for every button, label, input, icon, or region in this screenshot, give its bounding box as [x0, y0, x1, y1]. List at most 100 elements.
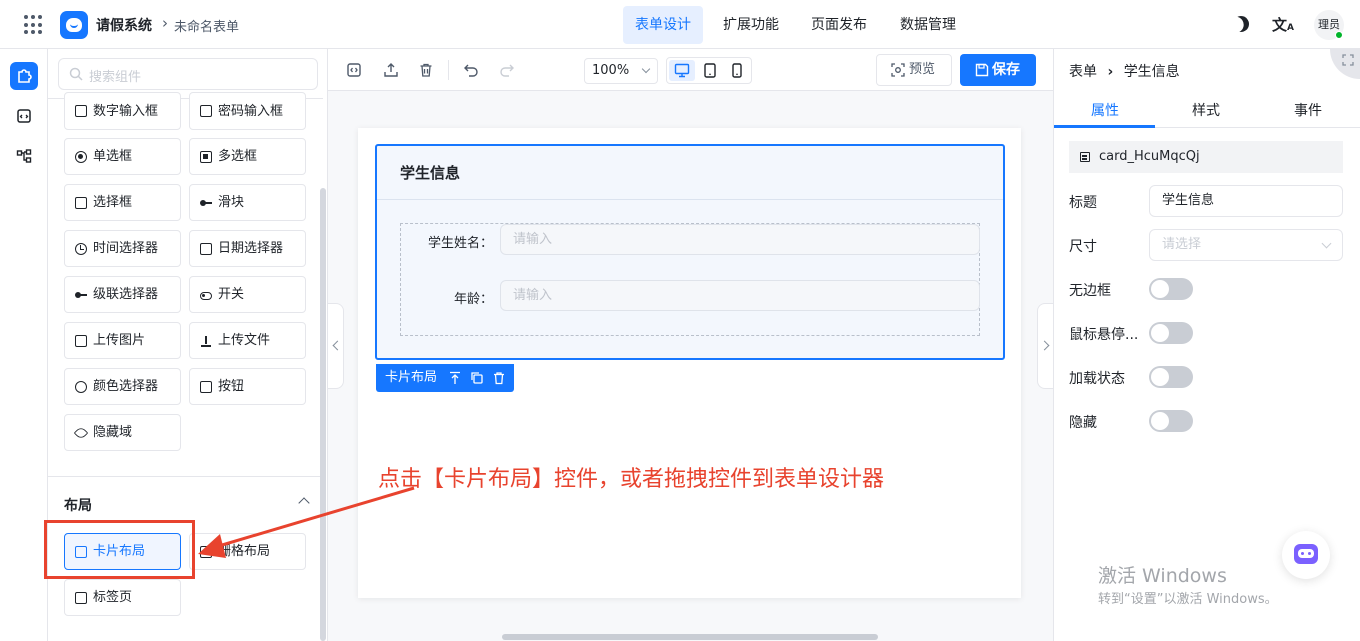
radio-icon — [75, 150, 87, 163]
prop-size-select[interactable]: 请选择 — [1149, 229, 1343, 261]
chevron-down-icon — [1321, 238, 1332, 249]
card-title: 学生信息 — [400, 164, 461, 182]
tablet-view-button[interactable] — [697, 60, 723, 81]
field-input-name[interactable]: 请输入 — [500, 224, 980, 255]
tablet-icon — [704, 63, 716, 78]
field-label-age: 年龄： — [453, 292, 493, 307]
trash-icon[interactable] — [492, 371, 506, 385]
mobile-view-button[interactable] — [724, 60, 750, 81]
component-button[interactable]: 开关 — [189, 276, 306, 313]
canvas-scrollbar[interactable] — [502, 634, 878, 640]
component-label: 时间选择器 — [93, 241, 159, 256]
tab-form-design[interactable]: 表单设计 — [623, 6, 703, 44]
instruction-annotation: 点击【卡片布局】控件，或者拖拽控件到表单设计器 — [378, 467, 885, 492]
prop-size-placeholder: 请选择 — [1162, 237, 1202, 252]
export-icon[interactable] — [383, 62, 399, 78]
button-icon — [200, 380, 212, 393]
active-tab-indicator — [1054, 125, 1155, 128]
copy-icon[interactable] — [470, 371, 484, 385]
form-name[interactable]: 未命名表单 — [174, 16, 239, 35]
field-input-age[interactable]: 请输入 — [500, 280, 980, 311]
mobile-icon — [732, 63, 742, 78]
prop-borderless-label: 无边框 — [1069, 283, 1111, 299]
prop-hover-switch[interactable] — [1149, 322, 1193, 344]
breadcrumb-root[interactable]: 表单 — [1069, 64, 1097, 80]
prop-hover-label: 鼠标悬停... — [1069, 327, 1139, 343]
zoom-select[interactable]: 100% — [584, 58, 658, 84]
rail-components-button[interactable] — [10, 62, 38, 90]
desktop-view-button[interactable] — [669, 60, 695, 81]
collapse-right-handle[interactable] — [1037, 303, 1053, 389]
move-top-icon[interactable] — [448, 371, 462, 385]
online-status-dot — [1335, 31, 1343, 39]
collapse-left-handle[interactable] — [328, 303, 344, 389]
component-button[interactable]: 上传文件 — [189, 322, 306, 359]
component-button[interactable]: 时间选择器 — [64, 230, 181, 267]
save-button[interactable]: 保存 — [960, 54, 1036, 86]
rail-tree-button[interactable] — [10, 142, 38, 170]
device-switcher — [666, 57, 752, 84]
search-input[interactable]: 搜索组件 — [58, 58, 318, 90]
component-button[interactable]: 隐藏域 — [64, 414, 181, 451]
tree-icon — [16, 149, 32, 163]
component-label: 上传图片 — [93, 333, 146, 348]
tab-data-management[interactable]: 数据管理 — [888, 6, 968, 44]
zoom-value: 100% — [592, 63, 630, 78]
clock-icon — [75, 242, 87, 255]
tab-publish[interactable]: 页面发布 — [799, 6, 879, 44]
prop-title-label: 标题 — [1069, 195, 1097, 211]
preview-button[interactable]: 预览 — [876, 54, 952, 86]
app-logo — [60, 11, 88, 39]
tab-properties[interactable]: 属性 — [1054, 100, 1156, 120]
undo-icon[interactable] — [463, 62, 479, 78]
layout-tabs-button[interactable]: 标签页 — [64, 579, 181, 616]
tab-styles[interactable]: 样式 — [1155, 100, 1257, 120]
app-title[interactable]: 请假系统 — [96, 15, 152, 35]
chevron-left-icon — [332, 340, 343, 351]
code-icon[interactable] — [346, 62, 362, 78]
component-id-box: card_HcuMqcQj — [1069, 141, 1343, 173]
prop-borderless-switch[interactable] — [1149, 278, 1193, 300]
component-button[interactable]: 级联选择器 — [64, 276, 181, 313]
chevron-right-icon — [1039, 340, 1050, 351]
tab-events[interactable]: 事件 — [1257, 100, 1359, 120]
search-icon — [69, 67, 83, 81]
component-label: 多选框 — [218, 149, 258, 164]
tab-extensions[interactable]: 扩展功能 — [711, 6, 791, 44]
delete-icon[interactable] — [418, 62, 434, 78]
component-label: 日期选择器 — [218, 241, 284, 256]
select-icon — [75, 196, 87, 209]
breadcrumb-chevron-icon: › — [162, 14, 168, 32]
calendar-icon — [200, 242, 212, 255]
assistant-button[interactable] — [1282, 531, 1330, 579]
checkbox-icon — [200, 150, 212, 163]
component-button[interactable]: 上传图片 — [64, 322, 181, 359]
prop-hidden-switch[interactable] — [1149, 410, 1193, 432]
code-box-icon — [17, 109, 31, 123]
component-button[interactable]: 日期选择器 — [189, 230, 306, 267]
panel-scrollbar[interactable] — [320, 188, 326, 641]
layout-tabs-label: 标签页 — [93, 590, 133, 605]
component-button[interactable]: 数字输入框 — [64, 92, 181, 130]
apps-grid-icon[interactable] — [24, 15, 44, 35]
translate-icon[interactable]: 文A — [1272, 14, 1294, 35]
component-button[interactable]: 按钮 — [189, 368, 306, 405]
component-button[interactable]: 单选框 — [64, 138, 181, 175]
component-button[interactable]: 密码输入框 — [189, 92, 306, 130]
component-label: 开关 — [218, 287, 245, 302]
component-button[interactable]: 滑块 — [189, 184, 306, 221]
component-button[interactable]: 多选框 — [189, 138, 306, 175]
rail-code-button[interactable] — [10, 102, 38, 130]
prop-hidden-label: 隐藏 — [1069, 415, 1097, 431]
activation-watermark-hint: 转到“设置”以激活 Windows。 — [1098, 592, 1278, 607]
left-rail — [0, 49, 48, 641]
chevron-down-icon — [641, 64, 651, 74]
redo-icon[interactable] — [499, 62, 515, 78]
fullscreen-icon — [1342, 54, 1354, 66]
component-button[interactable]: 选择框 — [64, 184, 181, 221]
prop-title-input[interactable]: 学生信息 — [1149, 185, 1343, 217]
section-divider — [48, 476, 323, 477]
component-button[interactable]: 颜色选择器 — [64, 368, 181, 405]
prop-loading-switch[interactable] — [1149, 366, 1193, 388]
lock-icon — [200, 105, 212, 117]
